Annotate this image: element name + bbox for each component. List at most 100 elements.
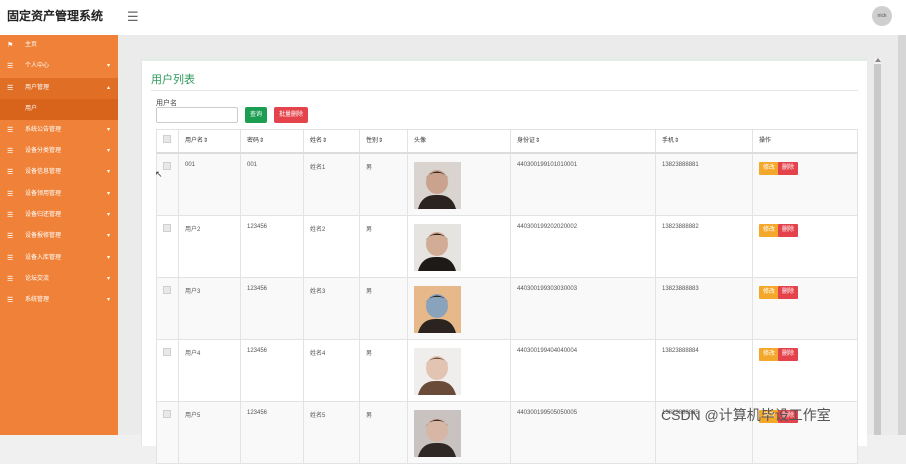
avatar-photo [414,410,461,457]
list-icon: ☰ [7,148,14,156]
checkbox-icon[interactable] [163,135,171,143]
delete-button[interactable]: 删除 [778,224,799,237]
column-header[interactable]: 姓名⇕ [303,129,360,154]
cell-password: 123456 [240,339,304,402]
column-header[interactable]: 性别⇕ [359,129,408,154]
select-all-checkbox[interactable] [156,129,179,154]
avatar[interactable]: nick [872,6,892,26]
cell-name: 姓名1 [303,152,360,216]
column-header[interactable]: 用户名⇕ [178,129,241,154]
sidebar-item-label: 设备分类管理 [25,148,62,155]
chevron-down-icon: ▾ [106,190,110,197]
column-header[interactable]: 身份证⇕ [510,129,656,154]
scroll-thumb[interactable] [874,64,881,435]
search-input[interactable] [156,107,238,123]
row-checkbox-cell [156,401,179,464]
sidebar-item-8[interactable]: ☰ 设备报修管理 ▾ [0,226,118,247]
row-checkbox[interactable] [163,162,171,170]
cell-id-card: 440300199404040004 [510,339,656,402]
list-icon: ☰ [7,190,14,198]
sidebar-item-label: 用户管理 [25,84,50,91]
chevron-down-icon: ▾ [106,233,110,240]
row-checkbox[interactable] [163,410,171,418]
delete-button[interactable]: 删除 [778,162,799,175]
row-checkbox-cell [156,277,179,340]
title-divider [151,90,858,91]
cell-password: 123456 [240,277,304,340]
list-icon: ☰ [7,126,14,134]
cell-password: 001 [240,152,304,216]
column-header[interactable]: 手机⇕ [655,129,753,154]
edit-button[interactable]: 修改 [759,286,780,299]
list-icon: ☰ [7,233,14,241]
sidebar-item-1[interactable]: ☰ 个人中心 ▾ [0,56,118,77]
cell-gender: 男 [359,339,408,402]
edit-button[interactable]: 修改 [759,348,780,361]
list-icon: ☰ [7,84,14,92]
sidebar-item-4[interactable]: ☰ 设备分类管理 ▾ [0,141,118,162]
column-header[interactable]: 密码⇕ [240,129,304,154]
cell-gender: 男 [359,152,408,216]
sidebar-item-label: 系统管理 [25,297,50,304]
cell-actions: 修改 删除 [752,277,858,340]
cell-avatar [407,215,511,278]
bulk-delete-button[interactable]: 批量删除 [274,107,309,123]
sidebar-item-9[interactable]: ☰ 设备入库管理 ▾ [0,248,118,269]
sidebar-item-label: 主页 [25,42,38,48]
cell-phone: 13823888884 [655,339,753,402]
cell-avatar [407,339,511,402]
scroll-up-arrow-icon[interactable] [875,58,881,62]
user-list-card: 用户列表 用户名 查询 批量删除 用户名⇕ 密码⇕ 姓名⇕ 性别⇕ 头像 身份证⇕ 手机⇕ 操… [141,57,867,464]
menu-toggle-icon[interactable]: ☰ [127,10,139,23]
column-header: 头像 [407,129,511,154]
cell-phone: 13823888881 [655,152,753,216]
table-header-row: 用户名⇕ 密码⇕ 姓名⇕ 性别⇕ 头像 身份证⇕ 手机⇕ 操作 [156,129,858,154]
table-row: 用户3 123456 姓名3 男 440300199303030003 138238888… [156,277,858,340]
cell-id-card: 440300199505050005 [510,401,656,464]
cell-name: 姓名4 [303,339,360,402]
chevron-down-icon: ▾ [106,275,110,282]
sidebar-item-7[interactable]: ☰ 设备归还管理 ▾ [0,205,118,226]
sidebar-item-label: 设备信息管理 [25,169,62,176]
query-button[interactable]: 查询 [245,107,268,123]
row-checkbox-cell [156,339,179,402]
sidebar-item-6[interactable]: ☰ 设备领用管理 ▾ [0,184,118,205]
sidebar-item-label: 设备报修管理 [25,233,62,240]
cell-avatar [407,152,511,216]
sidebar-item-5[interactable]: ☰ 设备信息管理 ▾ [0,162,118,183]
sidebar-item-3[interactable]: ☰ 系统公告管理 ▾ [0,120,118,141]
sidebar-item-0[interactable]: ⚑ 主页 [0,35,118,56]
cell-username: 用户5 [178,401,241,464]
list-icon: ☰ [7,275,14,283]
sidebar-item-label: 论坛交流 [25,275,50,282]
app-title: 固定资产管理系统 [7,9,104,23]
flag-icon: ⚑ [7,42,14,49]
cell-phone: 13823888883 [655,277,753,340]
table-row: 001 001 姓名1 男 440300199101010001 13823888881 修… [156,152,858,216]
delete-button[interactable]: 删除 [778,286,799,299]
edit-button[interactable]: 修改 [759,162,780,175]
chevron-down-icon: ▾ [106,297,110,304]
delete-button[interactable]: 删除 [778,348,799,361]
sidebar-item-11[interactable]: ☰ 系统管理 ▾ [0,290,118,311]
cell-username: 001 [178,152,241,216]
edit-button[interactable]: 修改 [759,224,780,237]
table-row: 用户2 123456 姓名2 男 440300199202020002 138238888… [156,215,858,278]
chevron-up-icon: ▴ [106,84,110,91]
chevron-down-icon: ▾ [106,212,110,219]
window-edge [898,35,906,435]
row-checkbox[interactable] [163,286,171,294]
sidebar-subitem-users[interactable]: 用户 [0,98,118,120]
cell-avatar [407,401,511,464]
row-checkbox[interactable] [163,348,171,356]
avatar-photo [414,224,461,271]
row-checkbox[interactable] [163,224,171,232]
scrollbar[interactable] [874,58,881,435]
sidebar-item-10[interactable]: ☰ 论坛交流 ▾ [0,269,118,290]
sidebar-item-label: 设备领用管理 [25,190,62,197]
sidebar-item-2[interactable]: ☰ 用户管理 ▴ [0,77,118,99]
cell-username: 用户3 [178,277,241,340]
cell-actions: 修改 删除 [752,215,858,278]
sidebar-item-label: 设备入库管理 [25,254,62,261]
avatar-photo [414,286,461,333]
